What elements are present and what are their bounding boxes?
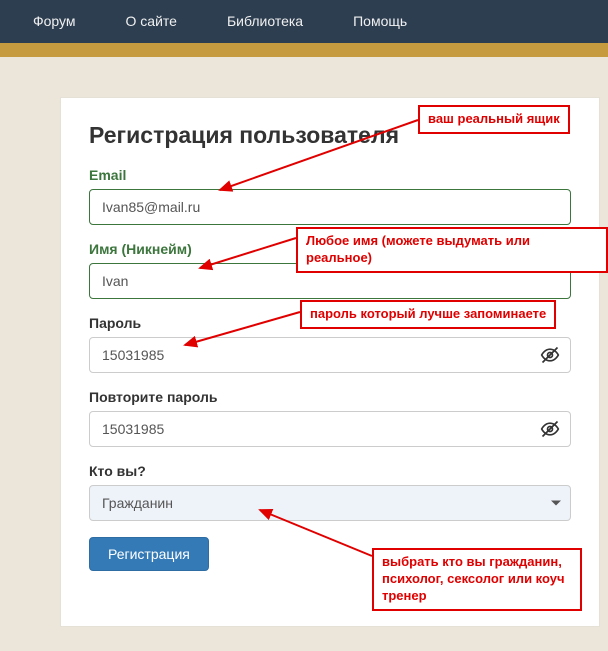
role-field-group: Кто вы? Гражданин (89, 463, 571, 521)
email-field-group: Email (89, 167, 571, 225)
nav-library[interactable]: Библиотека (202, 0, 328, 43)
nav-help[interactable]: Помощь (328, 0, 432, 43)
annot-name: Любое имя (можете выдумать или реальное) (296, 227, 608, 273)
email-label: Email (89, 167, 571, 183)
password-input[interactable] (89, 337, 571, 373)
nav-forum[interactable]: Форум (8, 0, 101, 43)
password2-field-group: Повторите пароль (89, 389, 571, 447)
nav-about[interactable]: О сайте (101, 0, 202, 43)
password2-label: Повторите пароль (89, 389, 571, 405)
register-button[interactable]: Регистрация (89, 537, 209, 571)
role-select[interactable]: Гражданин (89, 485, 571, 521)
top-nav: Форум О сайте Библиотека Помощь (0, 0, 608, 43)
annot-role: выбрать кто вы гражданин, психолог, секс… (372, 548, 582, 611)
password2-input[interactable] (89, 411, 571, 447)
annot-password: пароль который лучше запоминаете (300, 300, 556, 329)
annot-email: ваш реальный ящик (418, 105, 570, 134)
email-input[interactable] (89, 189, 571, 225)
eye-slash-icon[interactable] (539, 418, 561, 440)
eye-slash-icon[interactable] (539, 344, 561, 366)
gold-strip (0, 43, 608, 57)
role-label: Кто вы? (89, 463, 571, 479)
